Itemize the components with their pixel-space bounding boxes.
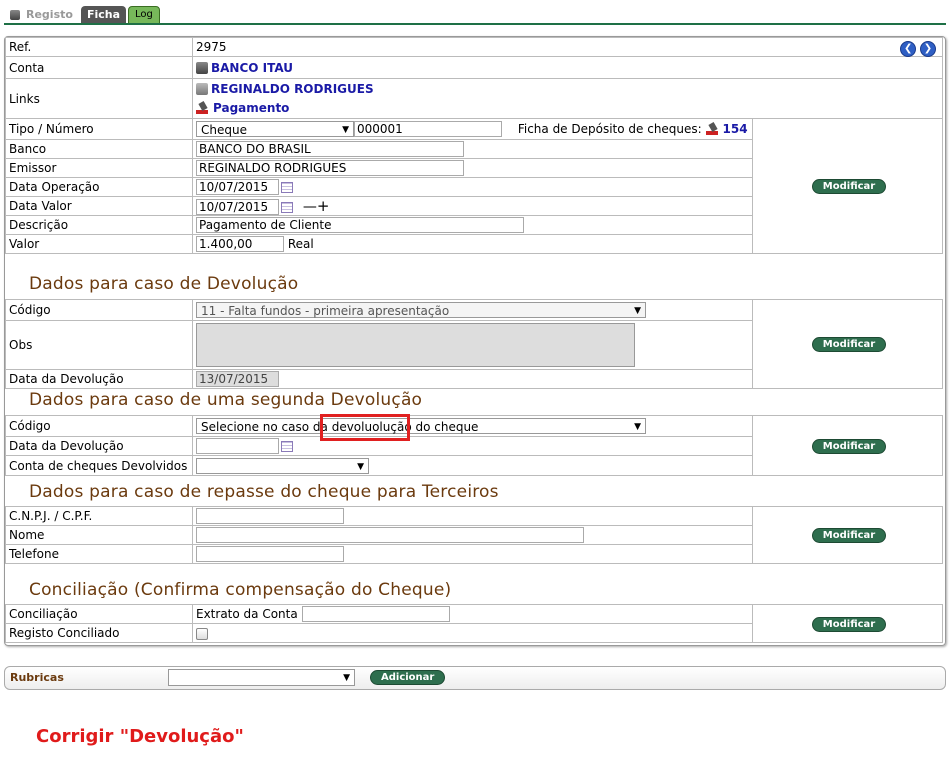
annotation-text: Corrigir "Devolução": [36, 726, 244, 747]
emissor-label: Emissor: [5, 158, 193, 178]
tab-log[interactable]: Log: [128, 6, 160, 24]
folder-icon: [10, 10, 20, 20]
stamp-icon: [705, 123, 720, 136]
data-segunda-devolucao-label: Data da Devolução: [5, 436, 193, 456]
modificar-button-devolucao[interactable]: Modificar: [811, 337, 887, 352]
repasse-title: Dados para caso de repasse do cheque par…: [29, 482, 499, 502]
data-operacao-input[interactable]: [196, 179, 279, 195]
banco-label: Banco: [5, 139, 193, 159]
general-table: Ref. 2975 ❮ ❯ Conta BANCO ITAU Links REG…: [5, 37, 943, 254]
codigo-label: Código: [5, 299, 193, 321]
stamp-icon: [196, 102, 210, 114]
ficha-label: Ficha de Depósito de cheques:: [517, 121, 702, 136]
tab-registo[interactable]: Registo: [4, 6, 79, 24]
extrato-input[interactable]: [301, 606, 450, 622]
data-segunda-devolucao-input[interactable]: [196, 438, 279, 454]
adicionar-button[interactable]: Adicionar: [370, 670, 446, 685]
calendar-icon[interactable]: [281, 202, 293, 213]
modificar-button-conciliacao[interactable]: Modificar: [811, 616, 887, 632]
telefone-label: Telefone: [5, 544, 193, 564]
chevron-down-icon: ▼: [634, 306, 641, 316]
cnpj-label: C.N.P.J. / C.P.F.: [5, 506, 193, 526]
nome-label: Nome: [5, 525, 193, 545]
links-label: Links: [5, 78, 193, 119]
rubricas-label: Rubricas: [10, 671, 64, 684]
nome-input[interactable]: [196, 527, 584, 543]
codigo-segunda-select[interactable]: Selecione no caso da devoluolução do che…: [196, 418, 646, 434]
rubricas-bar: Rubricas ▼ Adicionar: [4, 666, 946, 690]
descricao-input[interactable]: [196, 217, 524, 233]
devolucao-table: Código 11 - Falta fundos - primeira apre…: [5, 299, 943, 389]
tab-bar: Registo Ficha Log: [4, 4, 162, 24]
extrato-label: Extrato da Conta: [196, 607, 298, 621]
bank-folder-icon: [196, 62, 208, 74]
error-highlight-box: [320, 414, 410, 441]
chevron-down-icon: ▼: [357, 461, 364, 472]
next-icon[interactable]: ❯: [920, 41, 936, 57]
conciliacao-label: Conciliação: [5, 604, 193, 624]
tipo-label: Tipo / Número: [5, 118, 193, 140]
link-pagamento[interactable]: Pagamento: [213, 101, 289, 115]
tipo-select-value: Cheque: [201, 123, 247, 138]
conta-devolvidos-select[interactable]: ▼: [196, 457, 369, 474]
codigo-devolucao-value: 11 - Falta fundos - primeira apresentaçã…: [201, 304, 450, 318]
obs-label: Obs: [5, 320, 193, 370]
ref-label: Ref.: [5, 37, 193, 57]
data-operacao-label: Data Operação: [5, 177, 193, 197]
conciliacao-title: Conciliação (Confirma compensação do Che…: [29, 580, 452, 600]
segunda-devolucao-table: Código Selecione no caso da devoluolução…: [5, 415, 943, 476]
numero-input[interactable]: [354, 120, 502, 137]
devolucao-title: Dados para caso de Devolução: [29, 274, 299, 294]
repasse-table: C.N.P.J. / C.P.F. Modificar Nome Telefon…: [5, 506, 943, 564]
chevron-down-icon: ▼: [342, 125, 349, 136]
tab-ficha-label: Ficha: [86, 8, 121, 21]
plus-icon[interactable]: +: [317, 197, 330, 215]
conta-devolvidos-label: Conta de cheques Devolvidos: [5, 455, 193, 476]
telefone-input[interactable]: [196, 546, 344, 562]
tab-divider: [4, 23, 946, 25]
calendar-icon[interactable]: [281, 182, 293, 193]
registo-conciliado-label: Registo Conciliado: [5, 623, 193, 643]
minus-icon[interactable]: —: [303, 199, 317, 215]
ficha-panel: Ref. 2975 ❮ ❯ Conta BANCO ITAU Links REG…: [4, 36, 946, 646]
tab-ficha[interactable]: Ficha: [80, 6, 127, 24]
modificar-button-geral[interactable]: Modificar: [811, 179, 887, 194]
tab-log-label: Log: [135, 9, 153, 20]
emissor-input[interactable]: [196, 160, 464, 176]
modificar-button-segunda[interactable]: Modificar: [811, 438, 887, 454]
conciliacao-table: Conciliação Extrato da Conta Modificar R…: [5, 604, 943, 643]
data-valor-label: Data Valor: [5, 196, 193, 216]
chevron-down-icon: ▼: [343, 673, 350, 683]
codigo-devolucao-select[interactable]: 11 - Falta fundos - primeira apresentaçã…: [196, 302, 646, 318]
cnpj-input[interactable]: [196, 508, 344, 524]
ficha-link[interactable]: 154: [723, 122, 748, 136]
valor-label: Valor: [5, 234, 193, 254]
conta-link[interactable]: BANCO ITAU: [211, 61, 293, 75]
tab-registo-label: Registo: [26, 8, 73, 21]
rubricas-select[interactable]: ▼: [168, 669, 355, 686]
link-reginaldo[interactable]: REGINALDO RODRIGUES: [211, 82, 374, 96]
ref-value: 2975: [196, 40, 227, 54]
calendar-icon[interactable]: [281, 441, 293, 452]
modificar-button-repasse[interactable]: Modificar: [811, 528, 887, 543]
tipo-select[interactable]: Cheque ▼: [196, 121, 354, 138]
banco-input[interactable]: [196, 141, 464, 157]
descricao-label: Descrição: [5, 215, 193, 235]
previous-icon[interactable]: ❮: [900, 41, 917, 57]
person-folder-icon: [196, 83, 208, 95]
conta-label: Conta: [5, 56, 193, 79]
registo-conciliado-checkbox[interactable]: [196, 627, 208, 640]
data-devolucao-input: [196, 371, 279, 387]
valor-input[interactable]: [196, 236, 284, 252]
chevron-down-icon: ▼: [634, 422, 641, 432]
moeda-label: Real: [287, 237, 314, 251]
codigo-label: Código: [5, 415, 193, 437]
segunda-devolucao-title: Dados para caso de uma segunda Devolução: [29, 390, 423, 410]
data-valor-input[interactable]: [196, 199, 279, 215]
obs-textarea[interactable]: [196, 323, 635, 367]
data-devolucao-label: Data da Devolução: [5, 369, 193, 389]
